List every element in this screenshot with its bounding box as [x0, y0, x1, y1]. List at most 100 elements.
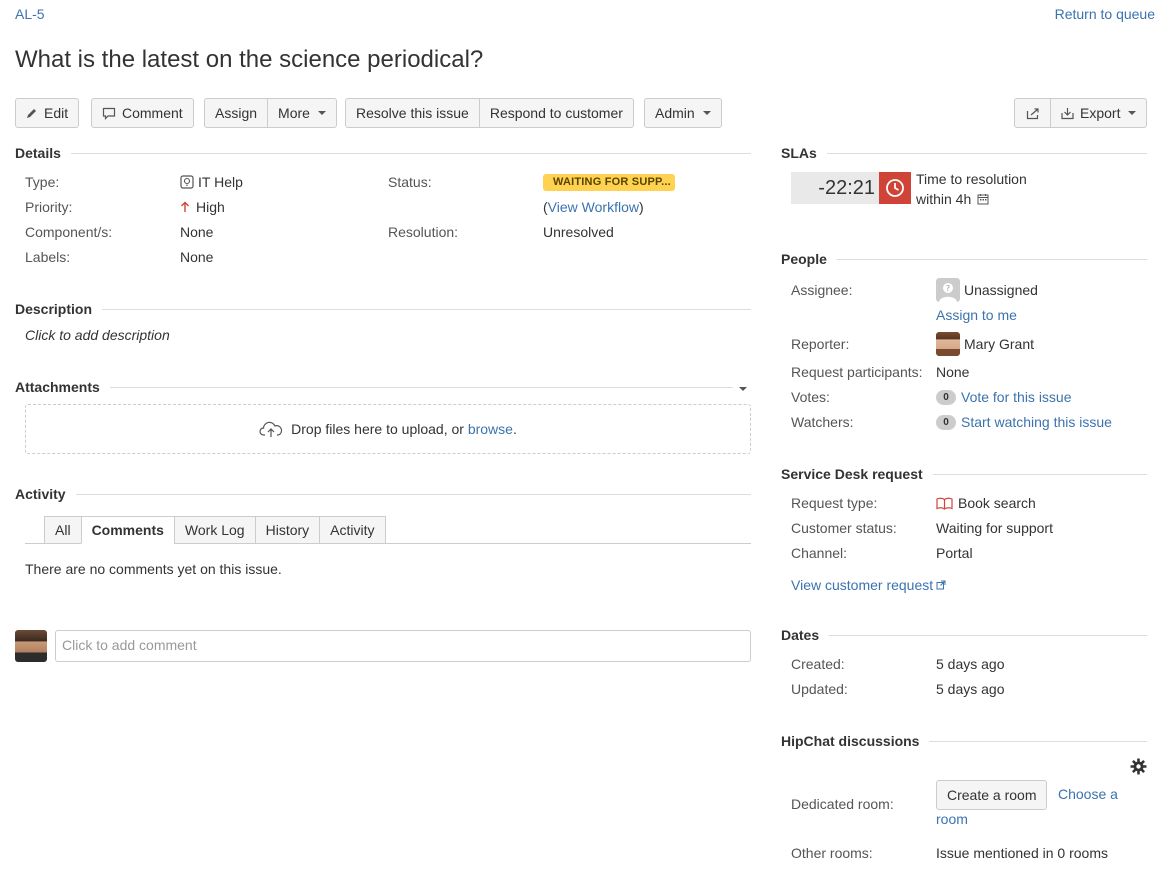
- watchers-count-badge: 0: [936, 414, 956, 430]
- status-label: Status:: [388, 174, 432, 190]
- calendar-icon: [977, 194, 989, 205]
- clock-icon: [879, 172, 911, 204]
- create-room-button[interactable]: Create a room: [936, 780, 1048, 810]
- svg-text:?: ?: [946, 284, 950, 293]
- request-type-value: Book search: [936, 495, 1036, 511]
- comment-button[interactable]: Comment: [91, 98, 194, 128]
- customer-status-value: Waiting for support: [936, 520, 1053, 536]
- edit-button[interactable]: Edit: [15, 98, 80, 128]
- browse-link[interactable]: browse: [468, 421, 513, 437]
- watchers-label: Watchers:: [791, 414, 854, 430]
- type-value: IT Help: [180, 174, 243, 190]
- gear-icon[interactable]: [1130, 758, 1147, 775]
- avatar: [15, 630, 47, 662]
- priority-label: Priority:: [25, 199, 73, 215]
- updated-label: Updated:: [791, 681, 848, 697]
- share-button[interactable]: [1014, 98, 1051, 128]
- choose-room-link[interactable]: Choose a: [1058, 786, 1118, 802]
- resolve-issue-button[interactable]: Resolve this issue: [345, 98, 480, 128]
- priority-value: High: [180, 199, 225, 215]
- chevron-down-icon: [1128, 111, 1137, 115]
- issue-key-link[interactable]: AL-5: [15, 6, 45, 22]
- customer-status-label: Customer status:: [791, 520, 897, 536]
- type-label: Type:: [25, 174, 60, 190]
- issue-summary[interactable]: What is the latest on the science period…: [15, 46, 483, 74]
- participants-label: Request participants:: [791, 364, 923, 380]
- activity-heading[interactable]: Activity: [15, 486, 751, 502]
- request-type-label: Request type:: [791, 495, 878, 511]
- external-link-icon: [936, 580, 946, 590]
- assignee-label: Assignee:: [791, 282, 853, 298]
- updated-value: 5 days ago: [936, 681, 1005, 697]
- start-watching-link[interactable]: Start watching this issue: [961, 414, 1112, 430]
- created-label: Created:: [791, 656, 845, 672]
- avatar: [936, 332, 960, 356]
- view-workflow-link[interactable]: View Workflow: [548, 199, 639, 215]
- book-icon: [936, 497, 953, 510]
- chevron-down-icon[interactable]: [739, 387, 747, 391]
- pencil-icon: [27, 109, 36, 118]
- export-button[interactable]: Export: [1051, 98, 1148, 128]
- return-to-queue-link[interactable]: Return to queue: [1055, 6, 1155, 22]
- help-icon: [180, 175, 194, 189]
- view-customer-request-link[interactable]: View customer request: [791, 577, 933, 593]
- participants-value[interactable]: None: [936, 364, 969, 380]
- admin-button[interactable]: Admin: [644, 98, 722, 128]
- labels-value[interactable]: None: [180, 249, 213, 265]
- resolution-label: Resolution:: [388, 224, 459, 240]
- assignee-value[interactable]: ? Unassigned: [936, 278, 1038, 302]
- votes-value: 0 Vote for this issue: [936, 389, 1072, 405]
- assign-to-me-link[interactable]: Assign to me: [936, 307, 1017, 323]
- description-heading[interactable]: Description: [15, 301, 751, 317]
- watchers-value: 0 Start watching this issue: [936, 414, 1112, 430]
- status-badge: WAITING FOR SUPP...: [543, 174, 675, 191]
- slas-heading[interactable]: SLAs: [781, 145, 1147, 161]
- tab-work-log[interactable]: Work Log: [173, 516, 256, 544]
- reporter-value[interactable]: Mary Grant: [936, 332, 1034, 356]
- share-icon: [1026, 107, 1039, 119]
- view-customer-request: View customer request: [791, 577, 946, 593]
- sla-goal: within 4h: [916, 191, 989, 207]
- tab-history[interactable]: History: [254, 516, 321, 544]
- components-value[interactable]: None: [180, 224, 213, 240]
- no-comments-message: There are no comments yet on this issue.: [25, 561, 282, 577]
- attachments-heading[interactable]: Attachments: [15, 379, 751, 395]
- channel-label: Channel:: [791, 545, 848, 561]
- other-rooms-value: Issue mentioned in 0 rooms: [936, 845, 1108, 861]
- resolution-value: Unresolved: [543, 224, 614, 240]
- tab-all[interactable]: All: [44, 516, 82, 544]
- hipchat-heading[interactable]: HipChat discussions: [781, 733, 1147, 749]
- activity-tabs: All Comments Work Log History Activity: [44, 516, 386, 544]
- choose-room-link-wrap[interactable]: room: [936, 811, 968, 827]
- attachment-dropzone[interactable]: Drop files here to upload, or browse.: [25, 404, 751, 454]
- export-icon: [1061, 107, 1074, 119]
- tab-activity[interactable]: Activity: [319, 516, 386, 544]
- arrow-up-icon: [181, 201, 189, 212]
- vote-for-issue-link[interactable]: Vote for this issue: [961, 389, 1072, 405]
- tab-comments[interactable]: Comments: [80, 516, 175, 544]
- sla-remaining-time: -22:21: [791, 172, 879, 204]
- description-field[interactable]: Click to add description: [25, 327, 170, 343]
- people-heading[interactable]: People: [781, 251, 1147, 267]
- votes-label: Votes:: [791, 389, 830, 405]
- components-label: Component/s:: [25, 224, 113, 240]
- more-button[interactable]: More: [268, 98, 337, 128]
- unassigned-avatar-icon: ?: [936, 278, 960, 302]
- cloud-upload-icon: [259, 421, 283, 437]
- reporter-label: Reporter:: [791, 336, 850, 352]
- dates-heading[interactable]: Dates: [781, 627, 1147, 643]
- labels-label: Labels:: [25, 249, 71, 265]
- add-comment-input[interactable]: Click to add comment: [55, 630, 751, 662]
- sla-name: Time to resolution: [916, 171, 1027, 187]
- assign-button[interactable]: Assign: [204, 98, 269, 128]
- chevron-down-icon: [317, 111, 326, 115]
- created-value: 5 days ago: [936, 656, 1005, 672]
- service-desk-heading[interactable]: Service Desk request: [781, 466, 1147, 482]
- details-heading[interactable]: Details: [15, 145, 751, 161]
- chevron-down-icon: [702, 111, 711, 115]
- other-rooms-label: Other rooms:: [791, 845, 873, 861]
- dedicated-room-label: Dedicated room:: [791, 796, 894, 812]
- votes-count-badge: 0: [936, 389, 956, 405]
- respond-to-customer-button[interactable]: Respond to customer: [479, 98, 634, 128]
- comment-icon: [102, 107, 116, 120]
